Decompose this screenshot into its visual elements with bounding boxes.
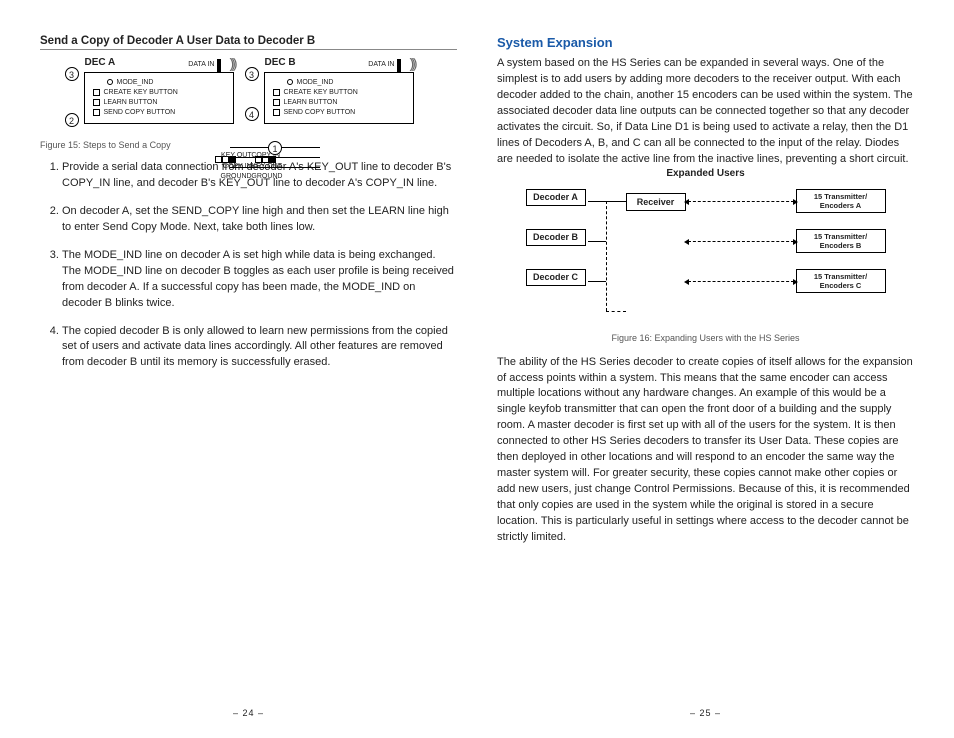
figure-15-caption: Figure 15: Steps to Send a Copy — [40, 140, 457, 150]
page-number-left: – 24 – — [40, 708, 457, 718]
send-copy-b: SEND COPY BUTTON — [273, 109, 407, 116]
step-3: The MODE_IND line on decoder A is set hi… — [62, 248, 457, 312]
para-1: A system based on the HS Series can be e… — [497, 56, 914, 168]
tx-c-block: 15 Transmitter/ Encoders C — [796, 269, 886, 293]
expanded-users-label: Expanded Users — [497, 168, 914, 179]
step-marker-3b: 3 — [245, 67, 259, 81]
data-in-a: DATA IN — [188, 61, 214, 68]
decoder-c-block: Decoder C — [526, 269, 586, 287]
page-number-right: – 25 – — [497, 708, 914, 718]
rf-link-a — [688, 201, 794, 202]
led-icon — [107, 79, 113, 85]
rf-link-c — [688, 281, 794, 282]
figure-15: DEC A DATA IN ))) MODE_IND CREATE KEY BU… — [40, 62, 457, 132]
rf-icon: ))) — [230, 55, 235, 71]
figure-16: Decoder A Decoder B Decoder C Receiver 1… — [516, 187, 896, 327]
step-4: The copied decoder B is only allowed to … — [62, 324, 457, 372]
send-copy-a: SEND COPY BUTTON — [93, 109, 227, 116]
decoder-b-block: Decoder B — [526, 229, 586, 247]
conn-line — [588, 241, 606, 242]
step-marker-4: 4 — [245, 107, 259, 121]
create-key-a: CREATE KEY BUTTON — [93, 89, 227, 96]
step-marker-3a: 3 — [65, 67, 79, 81]
tx-a-block: 15 Transmitter/ Encoders A — [796, 189, 886, 213]
conn-line — [606, 201, 626, 202]
section-title-right: System Expansion — [497, 35, 914, 50]
tx-b-block: 15 Transmitter/ Encoders B — [796, 229, 886, 253]
antenna-a-icon — [217, 59, 221, 73]
decoder-a-block: Decoder A — [526, 189, 586, 207]
decoder-b-box: DEC B DATA IN ))) MODE_IND CREATE KEY BU… — [264, 72, 414, 124]
square-icon — [273, 99, 280, 106]
steps-list: Provide a serial data connection from de… — [40, 160, 457, 383]
rf-icon: ))) — [410, 55, 415, 71]
learn-a: LEARN BUTTON — [93, 99, 227, 106]
para-2: The ability of the HS Series decoder to … — [497, 355, 914, 546]
receiver-block: Receiver — [626, 193, 686, 211]
step-2: On decoder A, set the SEND_COPY line hig… — [62, 204, 457, 236]
section-title-left: Send a Copy of Decoder A User Data to De… — [40, 35, 457, 50]
mode-ind-a: MODE_IND — [107, 79, 227, 86]
conn-line — [606, 311, 626, 312]
step-marker-1: 1 — [268, 141, 282, 155]
figure-16-caption: Figure 16: Expanding Users with the HS S… — [497, 333, 914, 343]
data-in-b: DATA IN — [368, 61, 394, 68]
conn-line — [588, 281, 606, 282]
decoder-b-label: DEC B — [265, 57, 296, 68]
bus-line — [606, 201, 607, 311]
mode-ind-b: MODE_IND — [287, 79, 407, 86]
square-icon — [273, 109, 280, 116]
square-icon — [93, 99, 100, 106]
step-marker-2: 2 — [65, 113, 79, 127]
conn-line — [588, 201, 606, 202]
create-key-b: CREATE KEY BUTTON — [273, 89, 407, 96]
right-page: System Expansion A system based on the H… — [497, 35, 914, 718]
decoder-a-box: DEC A DATA IN ))) MODE_IND CREATE KEY BU… — [84, 72, 234, 124]
antenna-b-icon — [397, 59, 401, 73]
square-icon — [273, 89, 280, 96]
square-icon — [93, 109, 100, 116]
left-page: Send a Copy of Decoder A User Data to De… — [40, 35, 457, 718]
decoder-a-label: DEC A — [85, 57, 116, 68]
led-icon — [287, 79, 293, 85]
rf-link-b — [688, 241, 794, 242]
square-icon — [93, 89, 100, 96]
learn-b: LEARN BUTTON — [273, 99, 407, 106]
